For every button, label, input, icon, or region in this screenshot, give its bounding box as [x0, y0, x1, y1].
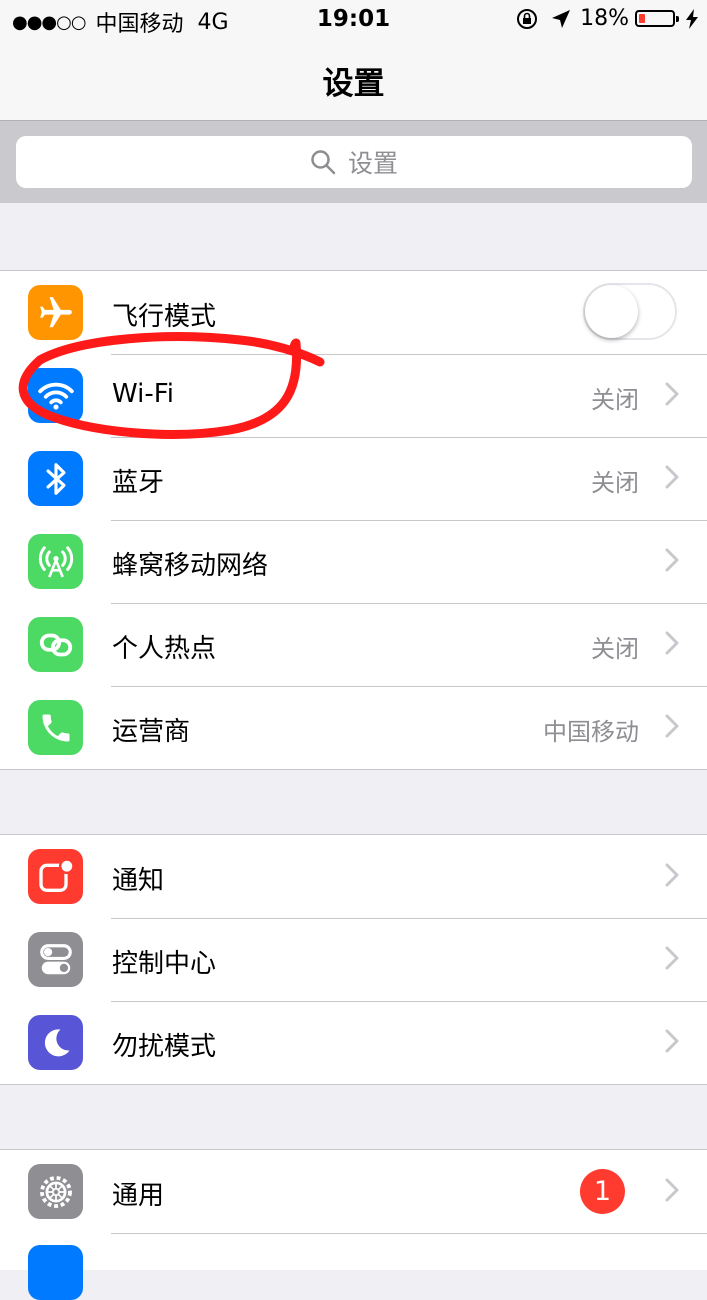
search-input[interactable]: 设置	[16, 136, 692, 188]
chevron-right-icon	[665, 1029, 679, 1053]
settings-row-cellular[interactable]: 蜂窝移动网络	[0, 520, 707, 603]
settings-group-connectivity: 飞行模式 Wi-Fi 关闭 蓝牙 关闭 蜂窝移动网络 个人热点 关闭 运营商 中…	[0, 270, 707, 770]
row-value: 关闭	[591, 386, 639, 414]
search-placeholder: 设置	[347, 149, 398, 178]
settings-row-general[interactable]: 通用 1	[0, 1150, 707, 1233]
settings-row-bluetooth[interactable]: 蓝牙 关闭	[0, 437, 707, 520]
row-label: 蜂窝移动网络	[112, 551, 269, 581]
settings-row-personal-hotspot[interactable]: 个人热点 关闭	[0, 603, 707, 686]
row-label: 通用	[112, 1181, 165, 1211]
notifications-icon	[28, 849, 83, 904]
settings-row-carrier[interactable]: 运营商 中国移动	[0, 686, 707, 769]
search-icon	[311, 150, 336, 175]
settings-group-general: 通用 1	[0, 1149, 707, 1300]
chevron-right-icon	[665, 382, 679, 406]
row-label: 通知	[112, 866, 165, 896]
chevron-right-icon	[665, 863, 679, 887]
charging-bolt-icon	[686, 8, 698, 29]
settings-row-partial[interactable]	[0, 1233, 707, 1300]
row-value: 中国移动	[543, 718, 639, 746]
status-right: 18%	[516, 6, 699, 31]
chevron-right-icon	[665, 1178, 679, 1202]
row-value: 关闭	[591, 469, 639, 497]
cellular-icon	[28, 534, 83, 589]
row-label: 控制中心	[112, 949, 217, 979]
chevron-right-icon	[665, 548, 679, 572]
page-title: 设置	[322, 66, 385, 102]
bluetooth-icon	[28, 451, 83, 506]
chevron-right-icon	[665, 714, 679, 738]
chevron-right-icon	[665, 946, 679, 970]
settings-row-airplane-mode: 飞行模式	[0, 271, 707, 354]
search-area: 设置	[0, 121, 707, 203]
row-label: 个人热点	[112, 634, 217, 664]
status-bar: ●●●○○ 中国移动 4G 19:01 18%	[0, 0, 707, 40]
wifi-icon	[28, 368, 83, 423]
row-label: Wi-Fi	[112, 379, 175, 409]
settings-row-notifications[interactable]: 通知	[0, 835, 707, 918]
phone-icon	[28, 700, 83, 755]
chevron-right-icon	[665, 631, 679, 655]
battery-percent: 18%	[580, 6, 629, 31]
airplane-icon	[28, 285, 83, 340]
toggle-knob	[585, 285, 638, 338]
row-value: 关闭	[591, 635, 639, 663]
navigation-bar: 设置	[0, 40, 707, 121]
row-label: 勿扰模式	[112, 1032, 217, 1062]
settings-row-wifi[interactable]: Wi-Fi 关闭	[0, 354, 707, 437]
settings-row-control-center[interactable]: 控制中心	[0, 918, 707, 1001]
orientation-lock-icon	[517, 8, 538, 29]
battery-fill	[639, 14, 645, 23]
row-label: 飞行模式	[112, 302, 217, 332]
location-arrow-icon	[552, 9, 571, 28]
chevron-right-icon	[665, 465, 679, 489]
airplane-mode-toggle[interactable]	[583, 283, 677, 340]
battery-icon	[635, 10, 679, 27]
settings-group-notifications: 通知 控制中心 勿扰模式	[0, 834, 707, 1085]
control-center-icon	[28, 932, 83, 987]
hotspot-icon	[28, 617, 83, 672]
gear-icon	[28, 1164, 83, 1219]
row-label: 蓝牙	[112, 468, 165, 498]
update-badge: 1	[580, 1169, 625, 1214]
row-label: 运营商	[112, 717, 191, 747]
display-icon	[28, 1245, 83, 1300]
moon-icon	[28, 1015, 83, 1070]
settings-row-do-not-disturb[interactable]: 勿扰模式	[0, 1001, 707, 1084]
